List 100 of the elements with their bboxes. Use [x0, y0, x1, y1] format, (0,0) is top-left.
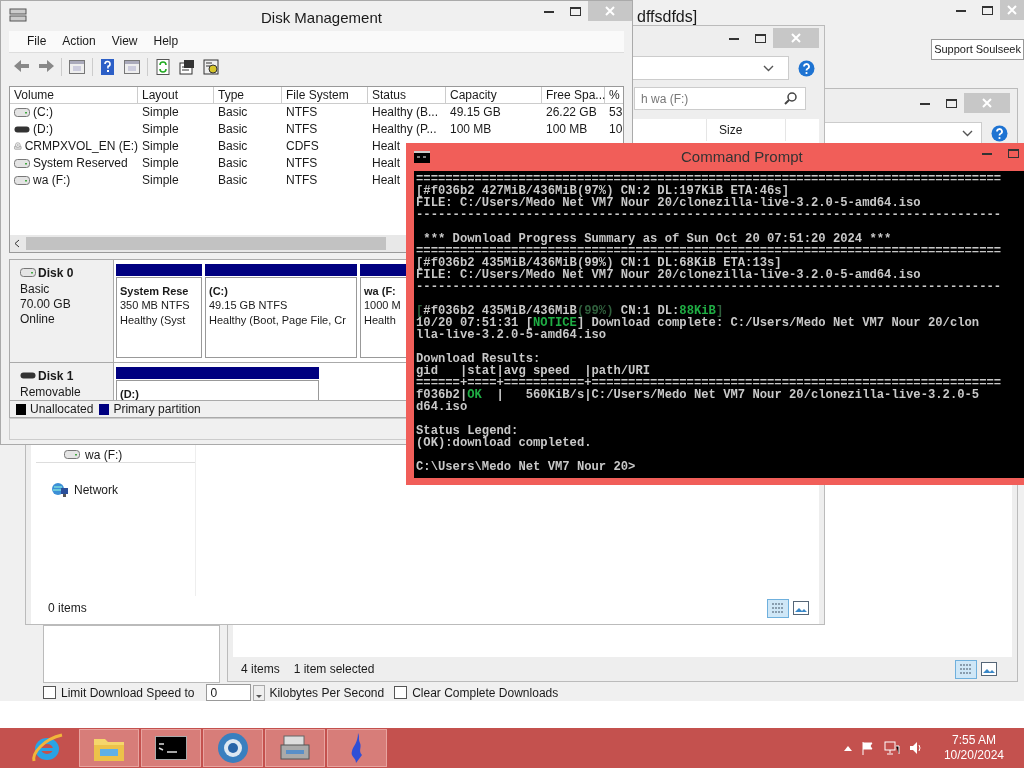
table-cell-text: 53 — [609, 104, 623, 122]
details-view-icon[interactable] — [955, 659, 977, 679]
table-cell-text: (D:) — [33, 121, 53, 139]
nav-item[interactable]: wa (F:) — [36, 447, 195, 463]
console-line: d64.iso — [416, 401, 468, 413]
clock-date[interactable]: 10/20/2024 — [943, 748, 1004, 763]
help-icon[interactable] — [99, 57, 117, 76]
taskbar-button[interactable] — [141, 729, 201, 767]
partition-bar — [360, 263, 407, 276]
globe-icon[interactable] — [216, 731, 250, 765]
thumbnail-view-icon[interactable] — [793, 601, 809, 615]
drive-icon — [20, 268, 36, 278]
spin-icon[interactable] — [253, 684, 266, 701]
chevron-down-icon[interactable] — [962, 129, 973, 137]
table-cell-text: Basic — [218, 155, 248, 173]
minimize-icon — [729, 36, 739, 40]
speaker-icon[interactable] — [908, 741, 923, 755]
close-icon — [605, 6, 615, 16]
table-cell-text: Healt — [372, 138, 400, 156]
table-cell-text: Simple — [142, 155, 179, 173]
table-cell-text: wa (F:) — [33, 172, 71, 190]
help-icon[interactable] — [991, 124, 1008, 142]
console-line: [#f036b2 435MiB/436MiB(99%) CN:1 DL:88KiB] — [416, 305, 724, 317]
column-header[interactable]: File System — [282, 86, 368, 103]
legend-label: Unallocated — [30, 401, 94, 419]
scroll-left-icon[interactable] — [14, 238, 20, 248]
disk-detail: Online — [20, 311, 56, 327]
table-cell-text: NTFS — [286, 172, 318, 190]
window-title: Disk Management — [261, 8, 382, 28]
table-cell-text: 26.22 GB — [546, 104, 597, 122]
drive-icon — [14, 107, 30, 117]
speed-field[interactable]: 0 — [206, 684, 252, 701]
nav-item[interactable]: Network — [36, 480, 195, 500]
support-button[interactable]: Support Soulseek — [931, 39, 1024, 60]
console-line: C:\Users\Medo Net VM7 Nour 20> — [416, 461, 636, 473]
partition-detail: Health — [364, 312, 397, 328]
table-cell-text: Basic — [218, 138, 248, 156]
console-line: Status Legend: — [416, 425, 519, 437]
panel-icon[interactable] — [123, 57, 141, 76]
column-header[interactable]: Volume — [10, 86, 138, 103]
taskbar-button[interactable] — [203, 729, 263, 767]
disk-detail: Basic — [20, 281, 51, 297]
search-icon[interactable] — [784, 92, 797, 105]
console-line: ================================================================================ — [416, 173, 1002, 185]
table-cell-text: 10 — [609, 121, 623, 139]
column-header[interactable]: % — [605, 86, 623, 103]
device-icon[interactable] — [278, 733, 312, 763]
clock-time[interactable]: 7:55 AM — [951, 733, 996, 748]
console-line: Download Results: — [416, 353, 541, 365]
panel-icon[interactable] — [68, 57, 86, 76]
menu-item[interactable]: Action — [54, 32, 104, 51]
minimize-icon — [544, 9, 554, 13]
column-header[interactable]: Size — [706, 119, 786, 141]
checkbox[interactable] — [43, 686, 56, 699]
table-cell-text: Healt — [372, 172, 400, 190]
details-view-icon[interactable] — [767, 598, 789, 618]
checkbox[interactable] — [394, 686, 408, 699]
console-line: (OK):download completed. — [416, 437, 592, 449]
maximize-icon — [1007, 148, 1019, 158]
drive-icon — [14, 175, 30, 185]
search-field[interactable]: h wa (F:) — [634, 87, 806, 110]
maximize-icon — [569, 6, 581, 16]
table-cell-text: NTFS — [286, 104, 318, 122]
menu-item[interactable]: File — [19, 32, 55, 51]
column-header[interactable]: Free Spa... — [542, 86, 605, 103]
console-line: *** Download Progress Summary as of Sun Oct 20 07:51:20 2024 *** — [422, 233, 892, 245]
caret-up-icon[interactable] — [843, 745, 852, 751]
column-header[interactable]: Type — [214, 86, 282, 103]
window-title: dffsdfds] — [637, 7, 698, 27]
partition-detail: 350 MB NTFS — [120, 297, 191, 313]
table-cell-text: NTFS — [286, 121, 318, 139]
partition-detail: 49.15 GB NTFS — [209, 297, 289, 313]
refresh-icon[interactable] — [154, 57, 172, 76]
minimize-icon — [956, 8, 966, 12]
table-cell-text: System Reserved — [33, 155, 128, 173]
terminal-icon[interactable] — [155, 736, 187, 760]
column-header[interactable]: Status — [368, 86, 446, 103]
table-cell-text: 100 MB — [450, 121, 492, 139]
console-icon — [414, 151, 430, 163]
properties-icon[interactable] — [178, 57, 196, 76]
settings-icon[interactable] — [202, 57, 220, 76]
console-line: ======+====+===========+======================================================== — [416, 377, 1002, 389]
network-icon[interactable] — [883, 741, 900, 755]
column-header[interactable]: Layout — [138, 86, 214, 103]
flag-icon[interactable] — [860, 741, 875, 755]
menu-item[interactable]: Help — [145, 32, 187, 51]
column-header[interactable]: Capacity — [446, 86, 542, 103]
menu-item[interactable]: View — [103, 32, 146, 51]
partition-name: System Rese — [120, 283, 190, 298]
table-cell-text: (C:) — [33, 104, 53, 122]
thumbnail-view-icon[interactable] — [981, 662, 997, 676]
table-cell-text: CRMPXVOL_EN (E:) — [24, 138, 138, 156]
chevron-down-icon[interactable] — [763, 64, 774, 72]
table-cell-text: Healt — [372, 155, 400, 173]
maximize-icon — [754, 33, 766, 43]
table-cell-text: Healthy (B... — [372, 104, 439, 122]
help-icon[interactable] — [798, 59, 815, 77]
address-bar[interactable] — [824, 122, 982, 144]
console-line: 10/20 07:51:31 [NOTICE] Download complete: C:/Users/Medo Net VM7 Nour 20/clon — [416, 317, 980, 329]
console-line: FILE: C:/Users/Medo Net VM7 Nour 20/clonezilla-live-3.2.0-5-amd64.iso — [416, 269, 921, 281]
